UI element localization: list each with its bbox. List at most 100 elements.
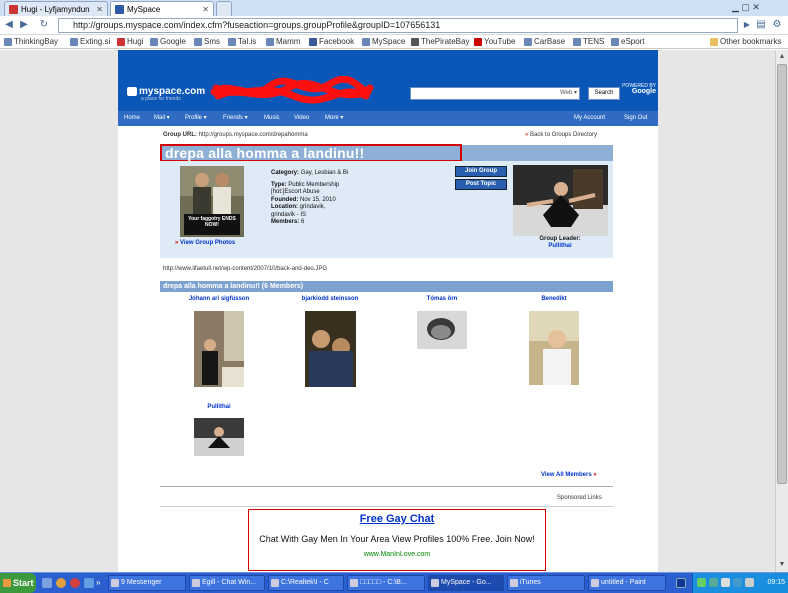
bookmark-item[interactable]: TENS: [573, 37, 604, 46]
bookmark-item[interactable]: Sms: [194, 37, 220, 46]
language-icon[interactable]: [676, 578, 686, 588]
start-button[interactable]: Start: [0, 573, 36, 593]
bookmark-item[interactable]: ThePirateBay: [411, 37, 469, 46]
new-tab-button[interactable]: [216, 1, 232, 16]
bookmark-icon: [266, 37, 274, 46]
group-leader-name[interactable]: Pullithai: [516, 243, 604, 250]
join-group-button[interactable]: Join Group: [455, 166, 507, 177]
quicklaunch-icon[interactable]: [84, 578, 94, 588]
clock[interactable]: 09:15: [767, 579, 785, 586]
scroll-up-arrow-icon[interactable]: ▲: [777, 51, 787, 62]
powered-by-google: POWERED BY Google: [622, 83, 656, 95]
browser-tab-strip: Hugi - Lyfjamyndun ✕ MySpace ✕ ▁ ▢ ✕: [0, 0, 788, 17]
group-url-link[interactable]: http://groups.myspace.com/drepahomma: [199, 132, 308, 138]
member-name[interactable]: Tómas örn: [382, 296, 502, 302]
bookmark-item[interactable]: eSport: [611, 37, 645, 46]
member-photo-image: [417, 311, 467, 349]
nav-video[interactable]: Video: [294, 111, 309, 126]
bookmark-item[interactable]: ThinkingBay: [4, 37, 58, 46]
search-input[interactable]: Web ▾: [410, 87, 580, 100]
ad-url[interactable]: www.ManInLove.com: [249, 551, 545, 558]
tab-myspace[interactable]: MySpace ✕: [110, 1, 214, 17]
member-photo-image: [194, 418, 244, 456]
back-arrow-icon[interactable]: ◀: [2, 18, 16, 32]
taskbar-paint[interactable]: untitled - Paint: [588, 575, 666, 591]
address-bar[interactable]: http://groups.myspace.com/index.cfm?fuse…: [58, 18, 738, 33]
member-photo[interactable]: [194, 418, 244, 456]
close-tab-icon[interactable]: ✕: [96, 5, 103, 14]
vertical-scrollbar[interactable]: ▲ ▼: [775, 50, 788, 572]
tray-icon[interactable]: [697, 578, 706, 587]
forward-arrow-icon[interactable]: ▶: [17, 18, 31, 32]
detail-founded: Founded: Nov 15, 2010: [271, 196, 336, 203]
back-to-groups-link[interactable]: « Back to Groups Directory: [525, 132, 597, 138]
taskbar-folder[interactable]: □□□□□ - C:\B...: [347, 575, 425, 591]
group-url: Group URL: http://groups.myspace.com/dre…: [163, 132, 308, 138]
myspace-logo[interactable]: myspace.com a place for friends: [127, 86, 205, 102]
taskbar-messenger[interactable]: 9 Messenger: [108, 575, 186, 591]
bookmark-item[interactable]: YouTube: [474, 37, 515, 46]
nav-home[interactable]: Home: [124, 111, 140, 126]
bookmark-item[interactable]: MySpace: [362, 37, 405, 46]
search-button[interactable]: Search: [588, 87, 620, 100]
member-photo[interactable]: [529, 311, 579, 385]
reload-icon[interactable]: ↻: [37, 18, 51, 32]
group-leader-photo[interactable]: [513, 165, 608, 236]
firefox-icon[interactable]: [56, 578, 66, 588]
nav-more[interactable]: More ▾: [325, 111, 343, 126]
tray-icon[interactable]: [709, 578, 718, 587]
nav-sign-out[interactable]: Sign Out: [624, 111, 647, 126]
leader-photo-image: [513, 165, 608, 236]
myspace-favicon-icon: [115, 5, 124, 14]
taskbar-myspace-chrome[interactable]: MySpace - Go...: [428, 575, 504, 591]
bookmark-item[interactable]: CarBase: [524, 37, 565, 46]
nav-mail[interactable]: Mail ▾: [154, 111, 170, 126]
member-photo[interactable]: [194, 311, 244, 387]
tray-icon[interactable]: [733, 578, 742, 587]
wrench-icon[interactable]: ⚙: [770, 18, 784, 32]
taskbar-explorer[interactable]: C:\Realtek\I - C: [268, 575, 344, 591]
view-group-photos-link[interactable]: » View Group Photos: [175, 240, 235, 246]
group-photo[interactable]: Your faggotry ENDS NOW!: [180, 166, 244, 237]
bookmark-icon: [70, 37, 78, 46]
myspace-people-icon: [127, 87, 137, 96]
bookmark-item[interactable]: Tal.is: [228, 37, 256, 46]
nav-music[interactable]: Music: [264, 111, 280, 126]
go-arrow-icon[interactable]: ▶: [740, 18, 754, 32]
volume-icon[interactable]: [745, 578, 754, 587]
window-controls[interactable]: ▁ ▢ ✕: [732, 2, 760, 13]
taskbar-itunes[interactable]: iTunes: [507, 575, 585, 591]
post-topic-button[interactable]: Post Topic: [455, 179, 507, 190]
sponsored-ad[interactable]: Free Gay Chat Chat With Gay Men In Your …: [248, 509, 546, 571]
bookmark-item[interactable]: Facebook: [309, 37, 354, 46]
quicklaunch-chevron-icon[interactable]: »: [96, 578, 100, 587]
ad-title[interactable]: Free Gay Chat: [249, 513, 545, 525]
bookmark-item[interactable]: Exting.si: [70, 37, 110, 46]
page-menu-icon[interactable]: ▤: [754, 18, 768, 32]
bookmark-item[interactable]: Hugi: [117, 37, 143, 46]
bookmark-icon: [150, 37, 158, 46]
scrollbar-thumb[interactable]: [777, 64, 787, 484]
search-scope-select[interactable]: Web ▾: [560, 88, 577, 99]
scroll-down-arrow-icon[interactable]: ▼: [777, 559, 787, 570]
bookmark-icon: [611, 37, 619, 46]
member-photo[interactable]: [305, 311, 356, 387]
tab-hugi[interactable]: Hugi - Lyfjamyndun ✕: [4, 1, 108, 16]
show-desktop-icon[interactable]: [42, 578, 52, 588]
chrome-icon[interactable]: [70, 578, 80, 588]
bookmark-item[interactable]: Google: [150, 37, 186, 46]
member-photo[interactable]: [417, 311, 467, 349]
nav-profile[interactable]: Profile ▾: [185, 111, 207, 126]
nav-my-account[interactable]: My Account: [574, 111, 605, 126]
member-name[interactable]: Benedikt: [494, 296, 614, 302]
close-tab-icon[interactable]: ✕: [202, 5, 209, 14]
bookmark-item[interactable]: Mamm: [266, 37, 300, 46]
other-bookmarks[interactable]: Other bookmarks: [710, 37, 781, 46]
view-all-members-link[interactable]: View All Members »: [541, 472, 597, 478]
nav-friends[interactable]: Friends ▾: [223, 111, 248, 126]
member-name[interactable]: Jóhann ari sigfússon: [159, 296, 279, 302]
tray-icon[interactable]: [721, 578, 730, 587]
member-name[interactable]: bjarkiodd steinsson: [270, 296, 390, 302]
member-name[interactable]: Pullithai: [159, 404, 279, 410]
taskbar-chat[interactable]: Egill - Chat Win...: [189, 575, 265, 591]
